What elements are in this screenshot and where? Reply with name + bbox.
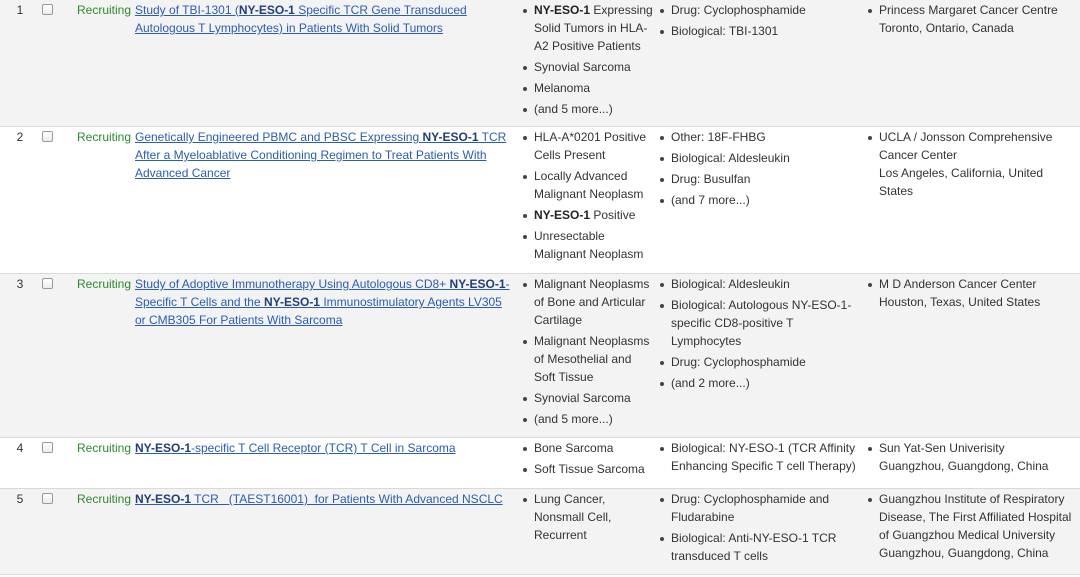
condition-item: Soft Tissue Sarcoma (521, 460, 653, 478)
interventions-list: Biological: NY-ESO-1 (TCR Affinity Enhan… (658, 438, 863, 478)
intervention-item: (and 7 more...) (658, 191, 863, 209)
interventions-list: Other: 18F-FHBG Biological: Aldesleukin … (658, 127, 863, 212)
location-city: Guangzhou, Guangdong, China (879, 546, 1049, 560)
condition-item: HLA-A*0201 Positive Cells Present (521, 128, 653, 164)
status-text: Recruiting (77, 277, 132, 291)
table-row: 5 Recruiting NY-ESO-1 TCR (TAEST16001) f… (0, 489, 1080, 575)
intervention-item: Biological: Aldesleukin (658, 149, 863, 167)
locations-list: Princess Margaret Cancer Centre Toronto, … (866, 0, 1078, 37)
condition-item: Lung Cancer, Nonsmall Cell, Recurrent (521, 490, 653, 544)
intervention-item: Biological: Aldesleukin (658, 275, 863, 293)
interventions-list: Drug: Cyclophosphamide Biological: TBI-1… (658, 0, 863, 43)
location-city: Los Angeles, California, United States (879, 166, 1044, 198)
study-title-link[interactable]: Study of Adoptive Immunotherapy Using Au… (135, 277, 510, 327)
condition-item: Melanoma (521, 79, 653, 97)
condition-item: Bone Sarcoma (521, 439, 653, 457)
intervention-item: Biological: Anti-NY-ESO-1 TCR transduced… (658, 529, 863, 565)
row-number: 1 (16, 3, 24, 17)
keyword-highlight: NY-ESO-1 (135, 492, 192, 506)
study-title-link[interactable]: Study of TBI-1301 (NY-ESO-1 Specific TCR… (135, 3, 467, 35)
intervention-item: Drug: Cyclophosphamide and Fludarabine (658, 490, 863, 526)
table-row: 1 Recruiting Study of TBI-1301 (NY-ESO-1… (0, 0, 1080, 127)
interventions-list: Drug: Cyclophosphamide and Fludarabine B… (658, 489, 863, 568)
intervention-item: Biological: NY-ESO-1 (TCR Affinity Enhan… (658, 439, 863, 475)
status-text: Recruiting (77, 492, 132, 506)
location-city: Houston, Texas, United States (879, 295, 1041, 309)
row-select-checkbox[interactable] (42, 442, 53, 453)
row-select-checkbox[interactable] (42, 278, 53, 289)
locations-list: Guangzhou Institute of Respiratory Disea… (866, 489, 1078, 562)
table-row: 4 Recruiting NY-ESO-1-specific T Cell Re… (0, 438, 1080, 489)
location-item: Guangzhou Institute of Respiratory Disea… (866, 490, 1078, 562)
study-title-link[interactable]: NY-ESO-1 TCR (TAEST16001) for Patients W… (135, 492, 503, 506)
conditions-list: Lung Cancer, Nonsmall Cell, Recurrent (521, 489, 653, 547)
condition-item: Synovial Sarcoma (521, 389, 653, 407)
conditions-list: NY-ESO-1 Expressing Solid Tumors in HLA-… (521, 0, 653, 121)
condition-item: Unresectable Malignant Neoplasm (521, 227, 653, 263)
location-facility: Princess Margaret Cancer Centre (879, 3, 1058, 17)
conditions-list: Bone Sarcoma Soft Tissue Sarcoma (521, 438, 653, 481)
condition-item: NY-ESO-1 Positive (521, 206, 653, 224)
condition-item: (and 5 more...) (521, 410, 653, 428)
location-item: Princess Margaret Cancer Centre Toronto, … (866, 1, 1078, 37)
condition-item: Malignant Neoplasms of Mesothelial and S… (521, 332, 653, 386)
row-select-checkbox[interactable] (42, 4, 53, 15)
row-number: 5 (16, 492, 24, 506)
keyword-highlight: NY-ESO-1 (422, 130, 479, 144)
row-number: 2 (16, 130, 24, 144)
intervention-item: (and 2 more...) (658, 374, 863, 392)
conditions-list: Malignant Neoplasms of Bone and Articula… (521, 274, 653, 431)
status-text: Recruiting (77, 441, 132, 455)
location-facility: Sun Yat-Sen Univerisity (879, 441, 1005, 455)
conditions-list: HLA-A*0201 Positive Cells Present Locall… (521, 127, 653, 266)
intervention-item: Drug: Busulfan (658, 170, 863, 188)
locations-list: UCLA / Jonsson Comprehensive Cancer Cent… (866, 127, 1078, 200)
row-select-checkbox[interactable] (42, 493, 53, 504)
location-facility: UCLA / Jonsson Comprehensive Cancer Cent… (879, 130, 1053, 162)
location-item: UCLA / Jonsson Comprehensive Cancer Cent… (866, 128, 1078, 200)
location-facility: Guangzhou Institute of Respiratory Disea… (879, 492, 1072, 542)
location-item: M D Anderson Cancer Center Houston, Texas… (866, 275, 1078, 311)
condition-item: Synovial Sarcoma (521, 58, 653, 76)
interventions-list: Biological: Aldesleukin Biological: Auto… (658, 274, 863, 395)
condition-item: (and 5 more...) (521, 100, 653, 118)
row-select-checkbox[interactable] (42, 131, 53, 142)
status-text: Recruiting (77, 3, 132, 17)
row-number: 4 (16, 441, 24, 455)
row-number: 3 (16, 277, 24, 291)
locations-list: Sun Yat-Sen Univerisity Guangzhou, Guangd… (866, 438, 1078, 475)
keyword-highlight: NY-ESO-1 (263, 295, 320, 309)
keyword-highlight: NY-ESO-1 (135, 441, 192, 455)
intervention-item: Drug: Cyclophosphamide (658, 1, 863, 19)
study-title-link[interactable]: Genetically Engineered PBMC and PBSC Exp… (135, 130, 506, 180)
intervention-item: Biological: Autologous NY-ESO-1-specific… (658, 296, 863, 350)
table-row: 3 Recruiting Study of Adoptive Immunothe… (0, 274, 1080, 438)
locations-list: M D Anderson Cancer Center Houston, Texas… (866, 274, 1078, 311)
search-results-table: 1 Recruiting Study of TBI-1301 (NY-ESO-1… (0, 0, 1080, 575)
keyword-highlight: NY-ESO-1 (238, 3, 295, 17)
location-facility: M D Anderson Cancer Center (879, 277, 1037, 291)
keyword-highlight: NY-ESO-1 (449, 277, 506, 291)
status-text: Recruiting (77, 130, 132, 144)
intervention-item: Biological: TBI-1301 (658, 22, 863, 40)
intervention-item: Drug: Cyclophosphamide (658, 353, 863, 371)
location-city: Guangzhou, Guangdong, China (879, 459, 1049, 473)
study-title-link[interactable]: NY-ESO-1-specific T Cell Receptor (TCR) … (135, 441, 456, 455)
condition-item: Malignant Neoplasms of Bone and Articula… (521, 275, 653, 329)
intervention-item: Other: 18F-FHBG (658, 128, 863, 146)
condition-item: NY-ESO-1 Expressing Solid Tumors in HLA-… (521, 1, 653, 55)
location-city: Toronto, Ontario, Canada (879, 21, 1014, 35)
location-item: Sun Yat-Sen Univerisity Guangzhou, Guangd… (866, 439, 1078, 475)
condition-item: Locally Advanced Malignant Neoplasm (521, 167, 653, 203)
table-row: 2 Recruiting Genetically Engineered PBMC… (0, 127, 1080, 274)
